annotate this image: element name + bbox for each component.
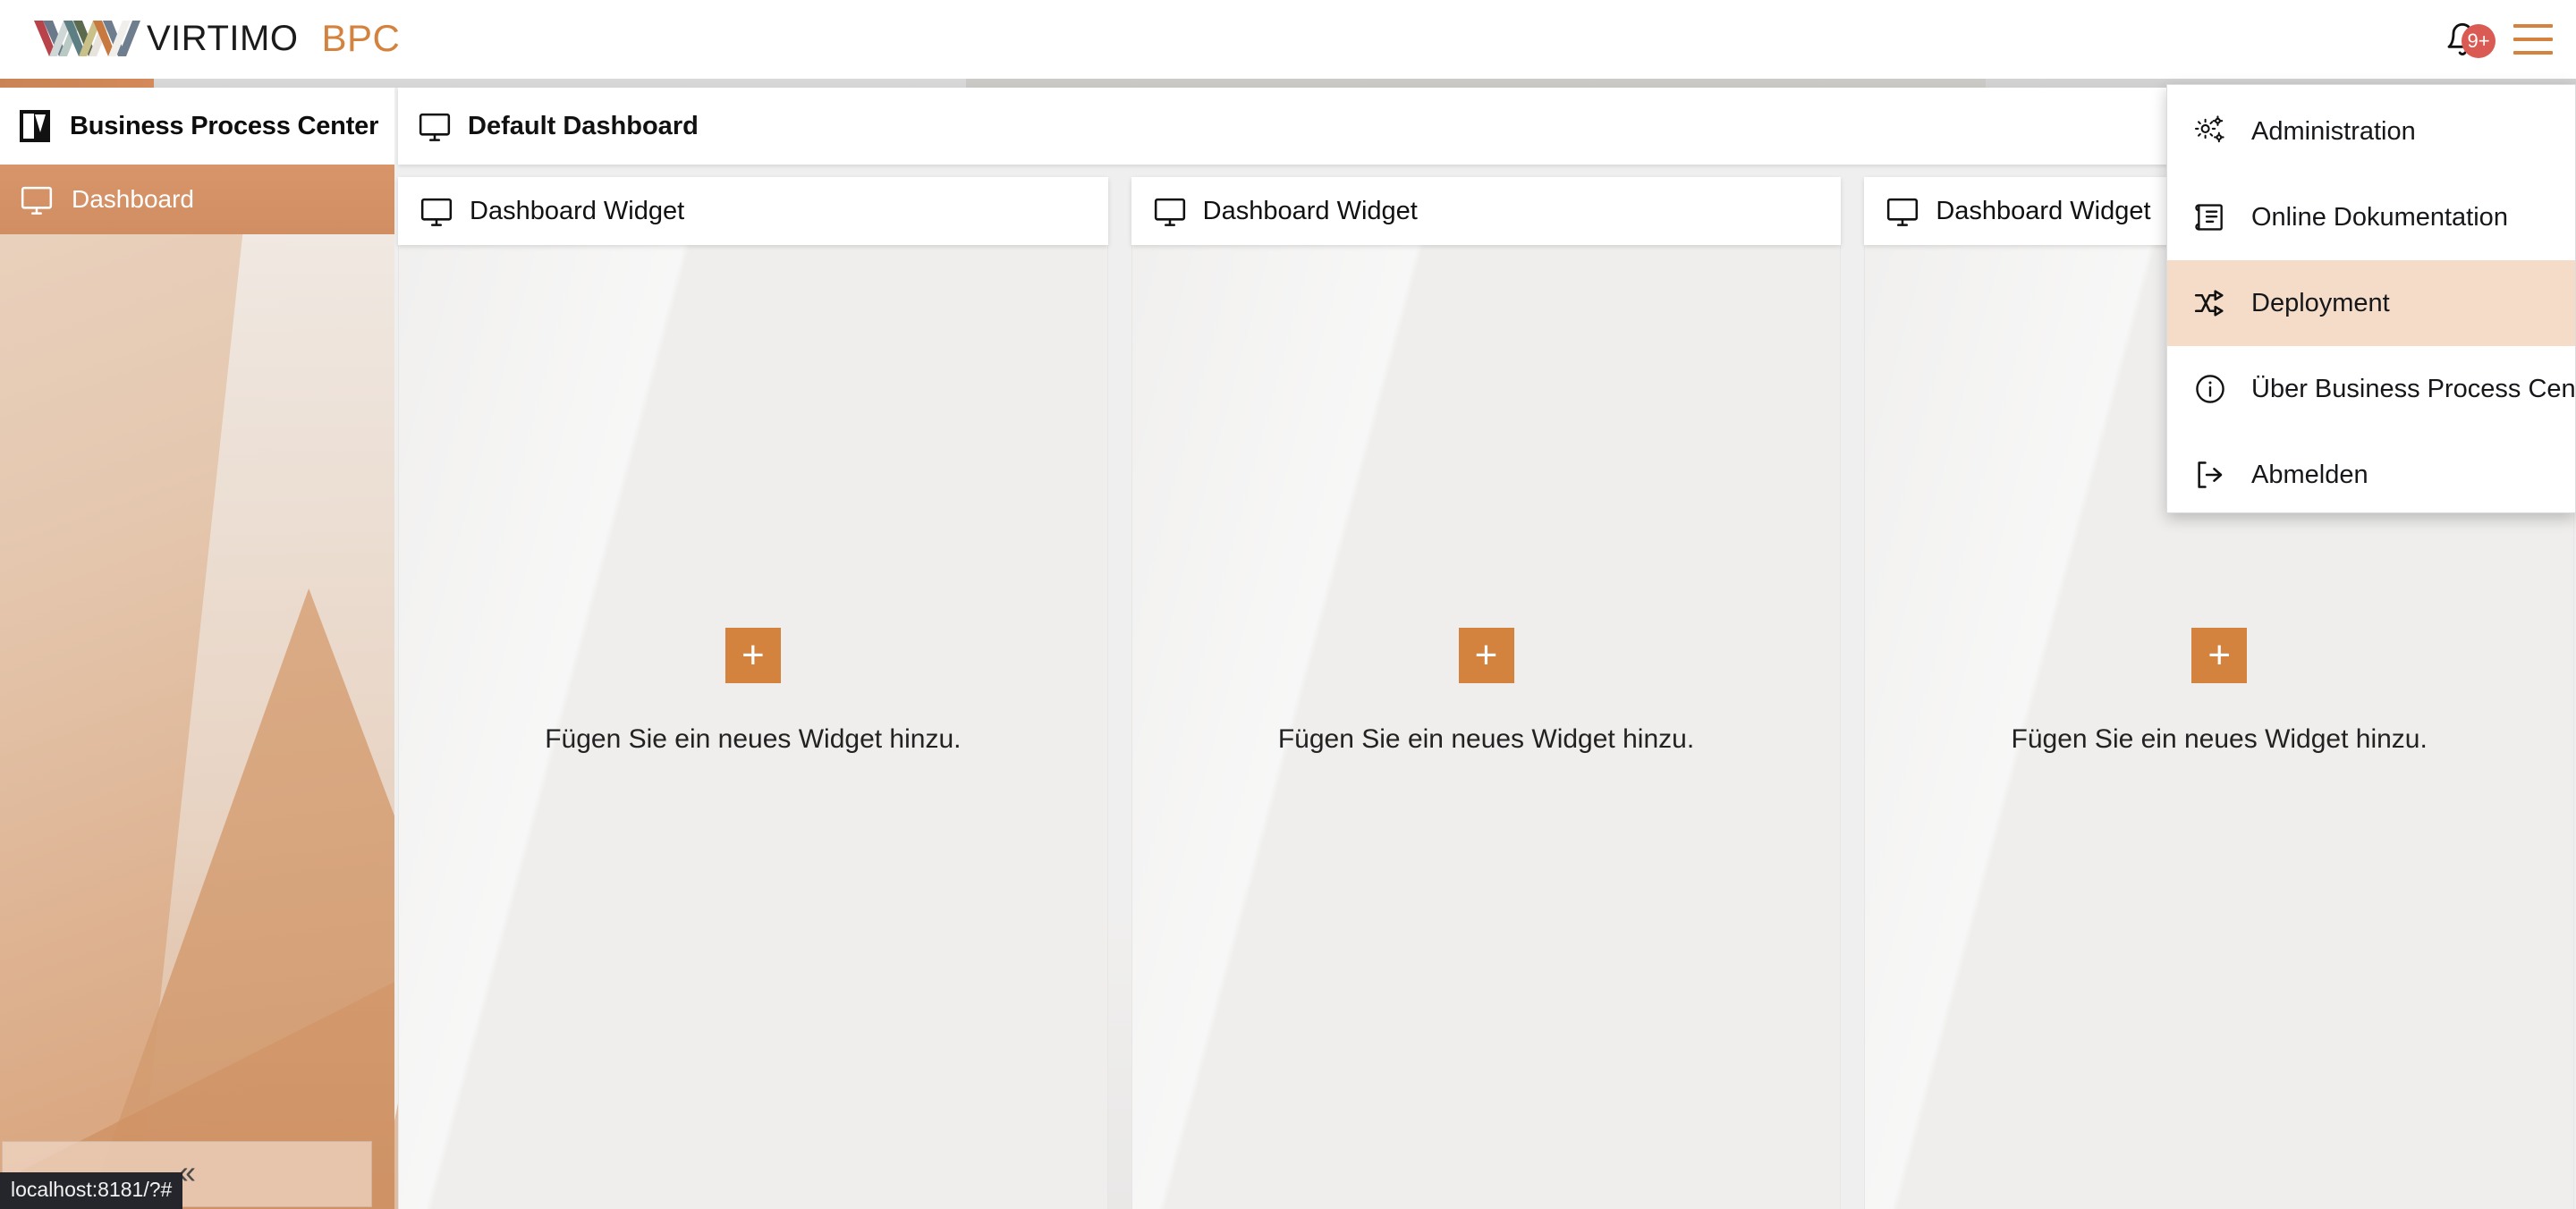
sidebar-header: Business Process Center [0,88,394,165]
widget-empty-text: Fügen Sie ein neues Widget hinzu. [2011,724,2428,754]
menu-item-label: Administration [2251,116,2416,146]
monitor-icon [20,185,54,215]
brand-wordmark: VIRTIMO [147,18,299,58]
sidebar-item-label: Dashboard [72,185,194,213]
info-circle-icon [2192,371,2228,407]
virtimo-zigzag-logo [34,19,148,58]
logout-icon [2192,457,2228,493]
widget-title: Dashboard Widget [470,196,685,225]
sidebar-nav: Dashboard [0,165,394,234]
header-actions: 9+ [2442,0,2553,79]
menu-item-online-dokumentation[interactable]: Online Dokumentation [2167,174,2575,260]
dashboard-widget: Dashboard Widget + Fügen Sie ein neues W… [398,177,1108,1209]
app-header: VIRTIMO BPC 9+ [0,0,2576,79]
widget-empty-text: Fügen Sie ein neues Widget hinzu. [545,724,962,754]
monitor-icon [418,112,452,141]
add-widget-button[interactable]: + [1458,628,1514,683]
brand-product: BPC [321,17,401,59]
gears-icon [2192,114,2228,149]
sidebar-item-dashboard[interactable]: Dashboard [0,165,394,234]
menu-item-label: Online Dokumentation [2251,202,2508,232]
page-title: Business Process Center [70,111,379,140]
menu-item-abmelden[interactable]: Abmelden [2167,432,2575,518]
widget-body: + Fügen Sie ein neues Widget hinzu. [398,245,1108,1209]
menu-item-label: Über Business Process Center [2251,374,2576,403]
widget-title: Dashboard Widget [1202,196,1418,225]
menu-item-deployment[interactable]: Deployment [2167,260,2575,346]
menu-item-label: Deployment [2251,288,2390,317]
book-icon [2192,199,2228,235]
shuffle-deploy-icon [2192,285,2228,321]
monitor-icon [1885,197,1919,226]
add-widget-button[interactable]: + [2191,628,2248,683]
hamburger-menu-icon[interactable] [2513,24,2553,55]
dashboard-title: Default Dashboard [468,111,699,140]
notifications-button[interactable]: 9+ [2442,19,2496,60]
bpc-square-mark-icon [20,110,50,142]
app-window: VIRTIMO BPC 9+ Business Process Center D… [0,0,2576,1209]
menu-item-ueber-business-process-center[interactable]: Über Business Process Center [2167,346,2576,432]
header-dropdown-menu: Administration Online Dokumentation Depl… [2166,84,2576,513]
dashboard-widget: Dashboard Widget + Fügen Sie ein neues W… [1131,177,1842,1209]
brand: VIRTIMO BPC [34,7,400,70]
widget-empty-text: Fügen Sie ein neues Widget hinzu. [1277,724,1695,754]
menu-item-administration[interactable]: Administration [2167,89,2575,174]
monitor-icon [1153,197,1187,226]
monitor-icon [419,197,453,226]
notification-badge: 9+ [2462,24,2496,58]
widget-header[interactable]: Dashboard Widget [1131,177,1842,245]
status-bar-url: localhost:8181/?# [0,1172,183,1209]
sidebar: Business Process Center Dashboard « [0,88,394,1209]
widget-body: + Fügen Sie ein neues Widget hinzu. [1131,245,1842,1209]
widget-title: Dashboard Widget [1936,196,2151,225]
widget-header[interactable]: Dashboard Widget [398,177,1108,245]
add-widget-button[interactable]: + [724,628,781,683]
menu-item-label: Abmelden [2251,460,2368,489]
sidebar-decoration [0,88,394,1209]
